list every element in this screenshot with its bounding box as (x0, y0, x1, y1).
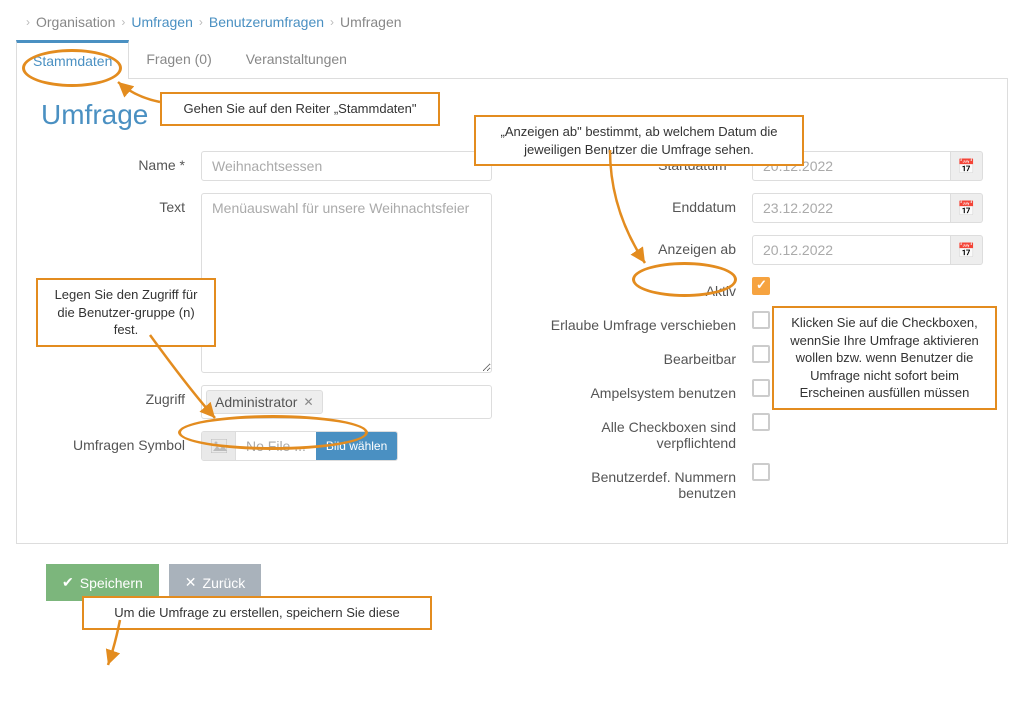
annotation-ellipse-zugriff (178, 415, 368, 450)
label-anzeigen-ab: Anzeigen ab (532, 235, 752, 257)
breadcrumb-umfragen[interactable]: Umfragen (131, 14, 192, 30)
label-umfragen-symbol: Umfragen Symbol (41, 431, 201, 453)
tab-fragen[interactable]: Fragen (0) (129, 40, 228, 78)
tab-bar: Stammdaten Fragen (0) Veranstaltungen (16, 40, 1008, 79)
breadcrumb: › Organisation › Umfragen › Benutzerumfr… (16, 0, 1008, 40)
zugriff-tag-administrator[interactable]: Administrator ✕ (206, 390, 323, 414)
label-alle-checkboxen: Alle Checkboxen sind verpflichtend (532, 413, 752, 451)
label-enddatum: Enddatum (532, 193, 752, 215)
calendar-icon: 📅 (958, 158, 975, 175)
enddatum-input[interactable] (752, 193, 951, 223)
breadcrumb-benutzerumfragen[interactable]: Benutzerumfragen (209, 14, 324, 30)
aktiv-checkbox[interactable] (752, 277, 770, 295)
label-ampel: Ampelsystem benutzen (532, 379, 752, 401)
chevron-right-icon: › (26, 15, 30, 29)
annotation-tab-hint: Gehen Sie auf den Reiter „Stammdaten" (160, 92, 440, 126)
chevron-right-icon: › (199, 15, 203, 29)
alle-checkboxen-checkbox[interactable] (752, 413, 770, 431)
name-input[interactable] (201, 151, 492, 181)
annotation-aktiv-hint: Klicken Sie auf die Checkboxen, wennSie … (772, 306, 997, 410)
zugriff-tag-input[interactable]: Administrator ✕ (201, 385, 492, 419)
ampel-checkbox[interactable] (752, 379, 770, 397)
check-icon: ✔ (62, 574, 74, 591)
label-text: Text (41, 193, 201, 215)
benutzerdef-nummern-checkbox[interactable] (752, 463, 770, 481)
annotation-speichern-hint: Um die Umfrage zu erstellen, speichern S… (82, 596, 432, 630)
bearbeitbar-checkbox[interactable] (752, 345, 770, 363)
chevron-right-icon: › (121, 15, 125, 29)
calendar-icon: 📅 (958, 242, 975, 259)
annotation-ellipse-anzeigen (632, 262, 737, 297)
chevron-right-icon: › (330, 15, 334, 29)
verschieben-checkbox[interactable] (752, 311, 770, 329)
anzeigen-ab-calendar-button[interactable]: 📅 (951, 235, 983, 265)
enddatum-calendar-button[interactable]: 📅 (951, 193, 983, 223)
annotation-zugriff-hint: Legen Sie den Zugriff für die Benutzer-g… (36, 278, 216, 347)
startdatum-calendar-button[interactable]: 📅 (951, 151, 983, 181)
close-icon: ✕ (185, 574, 197, 591)
anzeigen-ab-input[interactable] (752, 235, 951, 265)
label-zugriff: Zugriff (41, 385, 201, 407)
tab-veranstaltungen[interactable]: Veranstaltungen (229, 40, 364, 78)
label-name: Name * (41, 151, 201, 173)
back-button-label: Zurück (203, 575, 246, 591)
remove-tag-icon[interactable]: ✕ (303, 395, 313, 409)
text-textarea[interactable]: Menüauswahl für unsere Weihnachtsfeier (201, 193, 492, 373)
breadcrumb-organisation[interactable]: Organisation (36, 14, 115, 30)
zugriff-tag-label: Administrator (215, 394, 297, 410)
label-benutzerdef-nummern: Benutzerdef. Nummern benutzen (532, 463, 752, 501)
label-bearbeitbar: Bearbeitbar (532, 345, 752, 367)
label-verschieben: Erlaube Umfrage verschieben (532, 311, 752, 333)
annotation-ellipse-tab (22, 49, 122, 87)
calendar-icon: 📅 (958, 200, 975, 217)
breadcrumb-current: Umfragen (340, 14, 401, 30)
annotation-anzeigen-hint: „Anzeigen ab" bestimmt, ab welchem Datum… (474, 115, 804, 166)
save-button-label: Speichern (80, 575, 143, 591)
